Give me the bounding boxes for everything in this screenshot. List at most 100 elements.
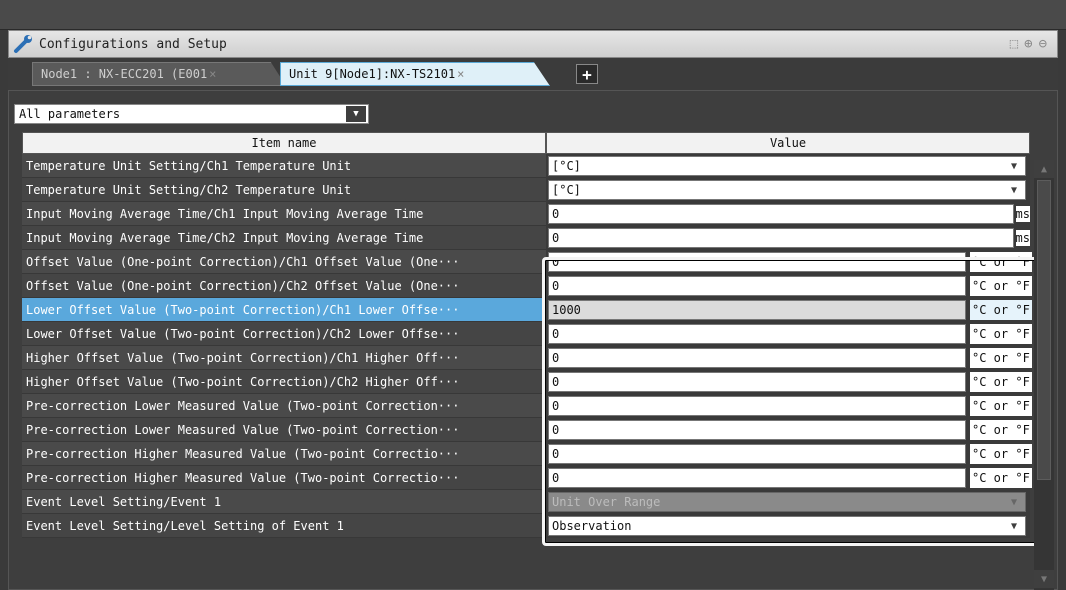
table-row[interactable]: Higher Offset Value (Two-point Correctio… xyxy=(22,346,1032,370)
unit-label: °C or °F xyxy=(970,348,1032,368)
table-row[interactable]: Pre-correction Lower Measured Value (Two… xyxy=(22,418,1032,442)
value-select[interactable]: [°C] ▼ xyxy=(548,156,1026,176)
value-input[interactable]: 1000 xyxy=(548,300,966,320)
value-text: [°C] xyxy=(552,159,581,173)
value-input[interactable]: 0 xyxy=(548,372,966,392)
parameter-name: Event Level Setting/Level Setting of Eve… xyxy=(22,514,546,538)
chevron-down-icon[interactable]: ▼ xyxy=(1005,494,1023,510)
parameter-name: Higher Offset Value (Two-point Correctio… xyxy=(22,346,546,370)
scroll-down-icon[interactable]: ▼ xyxy=(1034,570,1054,588)
parameter-name: Offset Value (One-point Correction)/Ch1 … xyxy=(22,250,546,274)
value-text: 0 xyxy=(552,231,560,245)
parameter-value-cell: Unit Over Range ▼ xyxy=(546,490,1030,514)
table-row[interactable]: Event Level Setting/Level Setting of Eve… xyxy=(22,514,1030,538)
parameter-filter-select[interactable]: All parameters ▼ xyxy=(14,104,369,124)
parameter-name: Pre-correction Lower Measured Value (Two… xyxy=(22,394,546,418)
value-input[interactable]: 0 xyxy=(548,228,1014,248)
parameter-name: Pre-correction Higher Measured Value (Tw… xyxy=(22,466,546,490)
value-input[interactable]: 0 xyxy=(548,252,966,272)
column-header-value[interactable]: Value xyxy=(546,132,1030,154)
tab-unit9[interactable]: Unit 9[Node1]:NX-TS2101 × xyxy=(280,62,550,86)
parameter-value-cell: Observation ▼ xyxy=(546,514,1030,538)
table-row[interactable]: Temperature Unit Setting/Ch2 Temperature… xyxy=(22,178,1030,202)
value-input[interactable]: 0 xyxy=(548,468,966,488)
table-row[interactable]: Temperature Unit Setting/Ch1 Temperature… xyxy=(22,154,1030,178)
parameter-value-cell: 1000 °C or °F xyxy=(546,298,1032,322)
parameter-name: Event Level Setting/Event 1 xyxy=(22,490,546,514)
scroll-thumb[interactable] xyxy=(1037,180,1051,480)
window-title: Configurations and Setup xyxy=(39,36,227,52)
value-text: 1000 xyxy=(552,303,581,317)
parameter-value-cell: 0 °C or °F xyxy=(546,322,1032,346)
value-input[interactable]: 0 xyxy=(548,420,966,440)
value-select[interactable]: [°C] ▼ xyxy=(548,180,1026,200)
parameter-name: Pre-correction Higher Measured Value (Tw… xyxy=(22,442,546,466)
parameter-name: Pre-correction Lower Measured Value (Two… xyxy=(22,418,546,442)
table-row[interactable]: Input Moving Average Time/Ch1 Input Movi… xyxy=(22,202,1030,226)
unit-label: ms xyxy=(1015,230,1030,246)
tab-row: Node1 : NX-ECC201 (E001 × Unit 9[Node1]:… xyxy=(8,58,1058,90)
value-input[interactable]: 0 xyxy=(548,396,966,416)
wrench-icon xyxy=(14,35,32,53)
table-row[interactable]: Event Level Setting/Event 1 Unit Over Ran… xyxy=(22,490,1030,514)
value-input[interactable]: 0 xyxy=(548,444,966,464)
table-row[interactable]: Lower Offset Value (Two-point Correction… xyxy=(22,322,1032,346)
table-row[interactable]: Offset Value (One-point Correction)/Ch2 … xyxy=(22,274,1032,298)
zoom-out-icon[interactable]: ⊖ xyxy=(1039,36,1047,52)
value-text: 0 xyxy=(552,471,560,485)
table-row[interactable]: Lower Offset Value (Two-point Correction… xyxy=(22,298,1032,322)
filter-selected: All parameters xyxy=(19,107,121,121)
parameter-name: Temperature Unit Setting/Ch2 Temperature… xyxy=(22,178,546,202)
value-select[interactable]: Observation ▼ xyxy=(548,516,1026,536)
parameter-value-cell: 0 °C or °F xyxy=(546,274,1032,298)
add-tab-button[interactable]: + xyxy=(576,64,598,84)
unit-label: °C or °F xyxy=(970,468,1032,488)
value-text: 0 xyxy=(552,447,560,461)
table-row[interactable]: Pre-correction Lower Measured Value (Two… xyxy=(22,394,1032,418)
vertical-scrollbar[interactable]: ▲ ▼ xyxy=(1034,160,1054,590)
zoom-in-icon[interactable]: ⊕ xyxy=(1024,36,1032,52)
parameter-value-cell: 0 °C or °F xyxy=(546,442,1032,466)
table-row[interactable]: Pre-correction Higher Measured Value (Tw… xyxy=(22,442,1032,466)
table-row[interactable]: Offset Value (One-point Correction)/Ch1 … xyxy=(22,250,1032,274)
parameter-value-cell: 0 ms xyxy=(546,226,1030,250)
value-input[interactable]: 0 xyxy=(548,324,966,344)
value-text: 0 xyxy=(552,351,560,365)
tab-label: Node1 : NX-ECC201 (E001 xyxy=(41,67,208,81)
chevron-down-icon[interactable]: ▼ xyxy=(1005,182,1023,198)
value-input[interactable]: 0 xyxy=(548,276,966,296)
value-select[interactable]: Unit Over Range ▼ xyxy=(548,492,1026,512)
table-row[interactable]: Input Moving Average Time/Ch2 Input Movi… xyxy=(22,226,1030,250)
scroll-up-icon[interactable]: ▲ xyxy=(1034,160,1054,178)
unit-label: ms xyxy=(1015,206,1030,222)
fit-icon[interactable]: ⬚ xyxy=(1010,36,1018,52)
tab-node1[interactable]: Node1 : NX-ECC201 (E001 × xyxy=(32,62,286,86)
column-header-item-name[interactable]: Item name xyxy=(22,132,546,154)
parameter-value-cell: 0 °C or °F xyxy=(546,346,1032,370)
unit-label: °C or °F xyxy=(970,372,1032,392)
table-row[interactable]: Pre-correction Higher Measured Value (Tw… xyxy=(22,466,1032,490)
parameter-name: Lower Offset Value (Two-point Correction… xyxy=(22,298,546,322)
unit-label: °C or °F xyxy=(970,252,1032,272)
parameter-value-cell: 0 °C or °F xyxy=(546,466,1032,490)
value-text: 0 xyxy=(552,279,560,293)
title-bar: Configurations and Setup ⬚ ⊕ ⊖ xyxy=(8,30,1058,58)
value-input[interactable]: 0 xyxy=(548,204,1014,224)
chevron-down-icon[interactable]: ▼ xyxy=(346,106,366,122)
unit-label: °C or °F xyxy=(970,300,1032,320)
value-text: 0 xyxy=(552,207,560,221)
value-text: 0 xyxy=(552,375,560,389)
unit-label: °C or °F xyxy=(970,276,1032,296)
parameter-value-cell: 0 °C or °F xyxy=(546,418,1032,442)
parameter-name: Offset Value (One-point Correction)/Ch2 … xyxy=(22,274,546,298)
value-text: 0 xyxy=(552,399,560,413)
table-header: Item name Value xyxy=(22,132,1030,154)
table-row[interactable]: Higher Offset Value (Two-point Correctio… xyxy=(22,370,1032,394)
chevron-down-icon[interactable]: ▼ xyxy=(1005,158,1023,174)
parameter-value-cell: 0 °C or °F xyxy=(546,250,1032,274)
value-input[interactable]: 0 xyxy=(548,348,966,368)
close-icon[interactable]: × xyxy=(457,67,464,81)
parameter-value-cell: 0 °C or °F xyxy=(546,370,1032,394)
chevron-down-icon[interactable]: ▼ xyxy=(1005,518,1023,534)
close-icon[interactable]: × xyxy=(209,67,216,81)
